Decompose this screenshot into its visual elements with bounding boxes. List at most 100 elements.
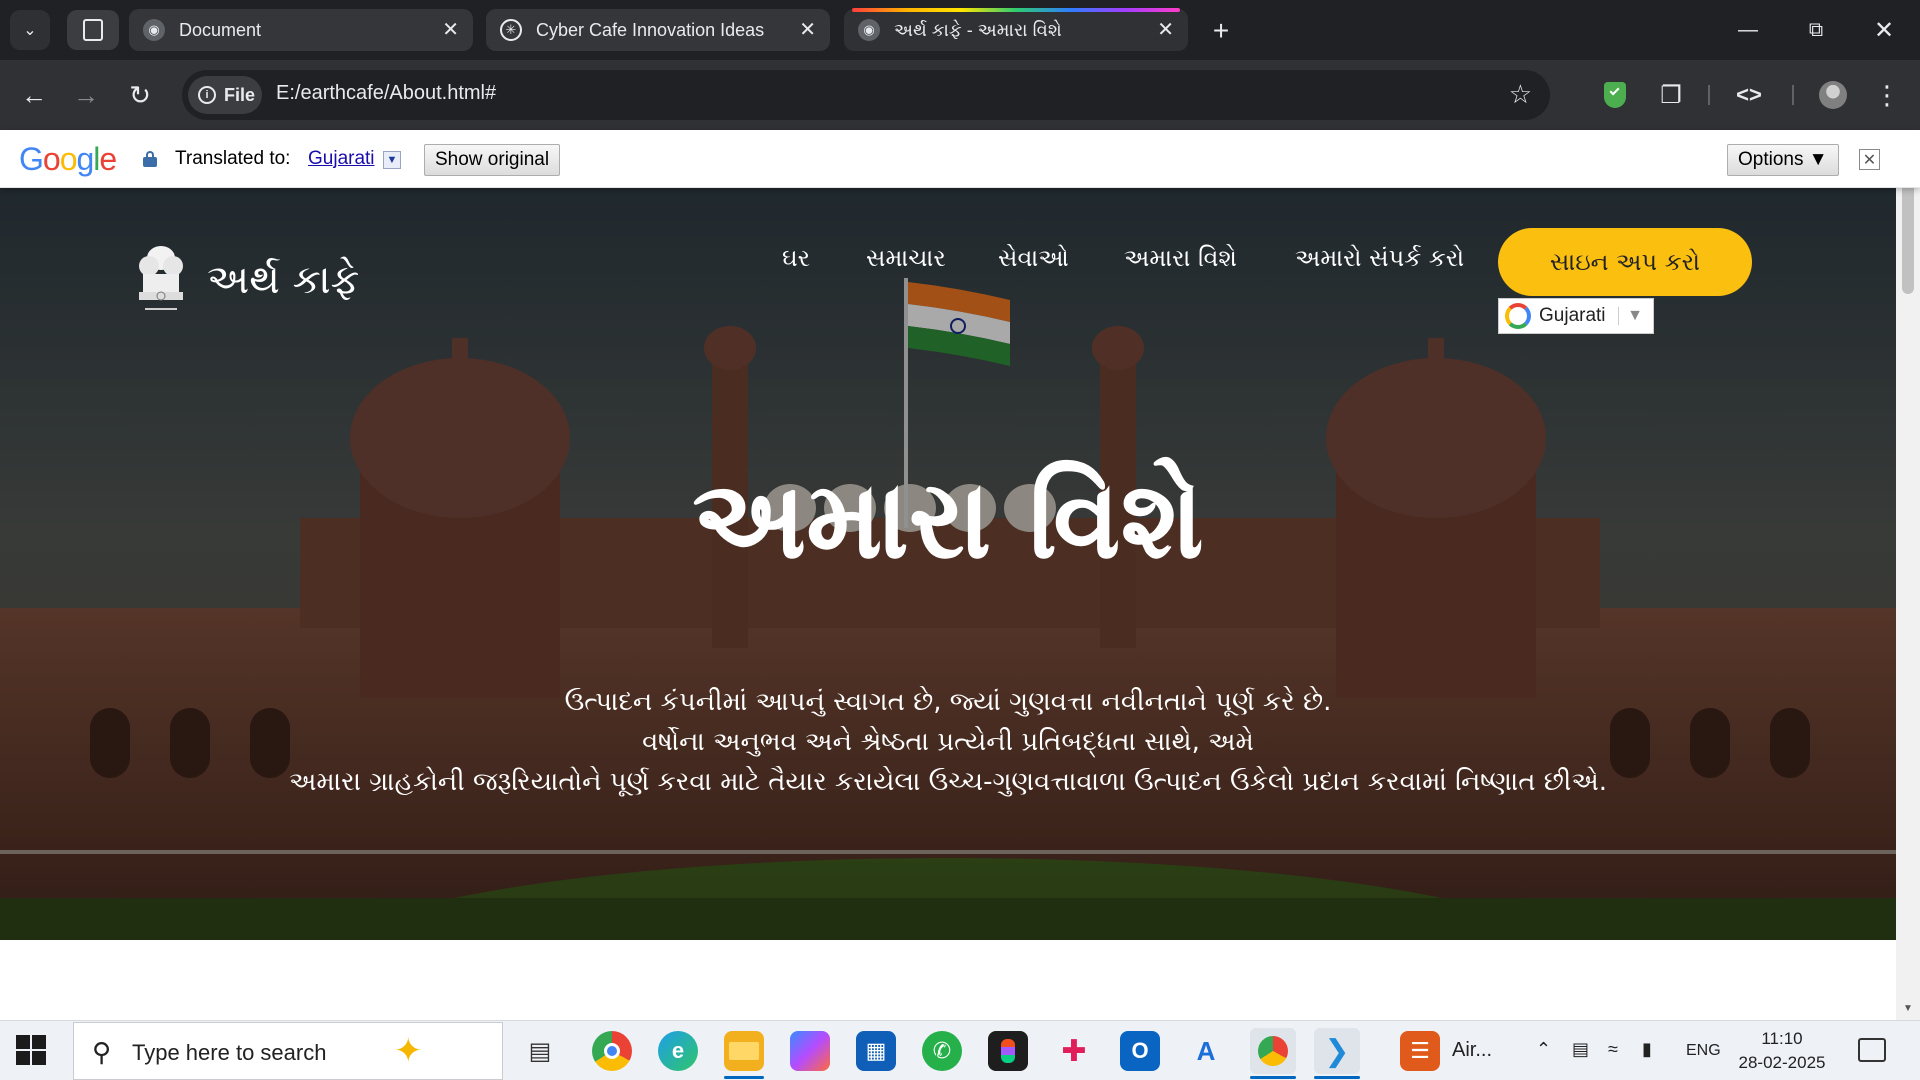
extensions-puzzle-icon[interactable]: ❐ (1654, 78, 1688, 112)
toolbar-divider (1708, 85, 1710, 105)
lock-icon (143, 151, 157, 167)
chrome-icon[interactable] (592, 1031, 632, 1071)
hero-description: ઉત્પાદન કંપનીમાં આપનું સ્વાગત છે, જ્યાં … (0, 682, 1896, 802)
new-tab-button[interactable]: + (1202, 12, 1240, 50)
input-language[interactable]: ENG (1686, 1042, 1721, 1060)
hero-description-line: વર્ષોના અનુભવ અને શ્રેષ્ઠતા પ્રત્યેની પ્… (642, 727, 1254, 757)
whatsapp-icon[interactable]: ✆ (922, 1031, 962, 1071)
more-menu-icon[interactable]: ⋮ (1870, 78, 1904, 112)
chrome-profile-icon[interactable] (1250, 1028, 1296, 1074)
shield-extension-icon[interactable] (1598, 78, 1632, 112)
chatgpt-icon: ✳ (500, 19, 522, 41)
figma-icon[interactable] (988, 1031, 1028, 1071)
notification-icon[interactable] (1858, 1038, 1886, 1062)
hero-section: અર્થ કાફે ઘર સમાચાર સેવાઓ અમારા વિશે અમા… (0, 188, 1896, 940)
tab-title: Cyber Cafe Innovation Ideas (536, 19, 765, 40)
meet-now-icon[interactable]: ▤ (1572, 1039, 1589, 1060)
active-app-indicator (1250, 1076, 1296, 1079)
signup-button[interactable]: સાઇન અપ કરો (1498, 228, 1752, 296)
info-icon: i (198, 86, 216, 104)
search-icon: ⚲ (92, 1037, 112, 1067)
globe-icon: ◉ (143, 19, 165, 41)
restore-icon[interactable]: ⧉ (1786, 10, 1846, 50)
tab-cyber-cafe[interactable]: ✳ Cyber Cafe Innovation Ideas ✕ (486, 9, 830, 51)
file-explorer-icon[interactable] (724, 1031, 764, 1071)
google-g-icon (1505, 303, 1531, 329)
system-clock[interactable]: 11:10 28-02-2025 (1736, 1027, 1828, 1075)
nav-item-news[interactable]: સમાચાર (866, 244, 946, 272)
page-scrollbar[interactable]: ▲ ▼ (1896, 130, 1920, 1020)
hero-description-line: અમારા ગ્રાહકોની જરૂરિયાતોને પૂર્ણ કરવા મ… (288, 767, 1608, 797)
google-translate-bar: Google Translated to: Gujarati ▼ Show or… (0, 130, 1920, 188)
selected-language: Gujarati (1539, 305, 1606, 326)
dropdown-arrow-icon: ▼ (1618, 307, 1643, 325)
globe-icon: ◉ (858, 19, 880, 41)
clock-time: 11:10 (1761, 1029, 1803, 1048)
tab-earthcafe-about[interactable]: ◉ અર્થ કાફે - અમારા વિશે ✕ (844, 8, 1188, 51)
close-tab-icon[interactable]: ✕ (799, 19, 816, 41)
windows-start-icon[interactable] (16, 1035, 48, 1067)
wifi-icon[interactable]: ≈ (1608, 1039, 1618, 1060)
scroll-down-arrow-icon[interactable]: ▼ (1896, 1000, 1920, 1016)
air-app-icon[interactable]: ☰ (1400, 1031, 1440, 1071)
translated-language-link[interactable]: Gujarati (308, 148, 375, 170)
air-app-label[interactable]: Air... (1452, 1039, 1492, 1062)
google-logo: Google (19, 141, 117, 177)
active-app-indicator (1314, 1076, 1360, 1079)
pinned-app-icon (83, 19, 103, 41)
clock-date: 28-02-2025 (1738, 1053, 1826, 1072)
url-text[interactable]: E:/earthcafe/About.html# (276, 82, 496, 105)
copilot-icon[interactable] (790, 1031, 830, 1071)
windows-taskbar: ⚲ Type here to search ✦ ▤ e ▦ ✆ ✚ O A ❯ … (0, 1020, 1920, 1080)
slack-icon[interactable]: ✚ (1054, 1031, 1094, 1071)
minimize-icon[interactable]: — (1718, 10, 1778, 50)
close-tab-icon[interactable]: ✕ (1157, 19, 1174, 41)
nav-item-contact[interactable]: અમારો સંપર્ક કરો (1295, 244, 1464, 272)
translate-close-icon[interactable]: ✕ (1859, 149, 1880, 170)
browser-toolbar: ← → ↻ i File E:/earthcafe/About.html# ☆ … (0, 60, 1920, 130)
taskbar-search[interactable]: ⚲ Type here to search ✦ (73, 1022, 503, 1080)
site-info-chip[interactable]: i File (188, 76, 262, 114)
nav-item-services[interactable]: સેવાઓ (998, 244, 1069, 272)
profile-avatar-icon[interactable] (1816, 78, 1850, 112)
app-a-icon[interactable]: A (1186, 1031, 1226, 1071)
browser-tab-strip: ⌄ ◉ Document ✕ ✳ Cyber Cafe Innovation I… (0, 0, 1920, 60)
outlook-icon[interactable]: O (1120, 1031, 1160, 1071)
bookmark-star-icon[interactable]: ☆ (1509, 79, 1532, 110)
forward-arrow-icon[interactable]: → (66, 75, 106, 115)
search-placeholder: Type here to search (132, 1040, 327, 1065)
tab-title: Document (179, 19, 262, 40)
show-hidden-icons-chevron-icon[interactable]: ⌃ (1536, 1039, 1551, 1060)
tab-title: અર્થ કાફે - અમારા વિશે (894, 19, 1062, 40)
tab-search-chevron-icon[interactable]: ⌄ (10, 10, 50, 50)
pinned-tab[interactable] (67, 10, 119, 50)
brand-name: અર્થ કાફે (207, 257, 360, 303)
back-arrow-icon[interactable]: ← (14, 75, 54, 115)
hero-description-line: ઉત્પાદન કંપનીમાં આપનું સ્વાગત છે, જ્યાં … (564, 687, 1332, 717)
nav-item-home[interactable]: ઘર (782, 244, 810, 272)
active-app-indicator (724, 1076, 764, 1079)
language-selector[interactable]: Gujarati ▼ (1498, 298, 1654, 334)
tab-group-indicator (852, 8, 1180, 12)
site-brand[interactable]: અર્થ કાફે (133, 244, 359, 316)
translated-to-label: Translated to: (175, 148, 291, 169)
copilot-sparkle-icon: ✦ (394, 1032, 423, 1070)
close-tab-icon[interactable]: ✕ (442, 19, 459, 41)
site-info-label: File (224, 84, 256, 105)
vscode-icon[interactable]: ❯ (1314, 1028, 1360, 1074)
options-button[interactable]: Options ▼ (1727, 144, 1839, 176)
address-bar[interactable]: i File E:/earthcafe/About.html# ☆ (182, 70, 1550, 120)
microsoft-store-icon[interactable]: ▦ (856, 1031, 896, 1071)
reload-icon[interactable]: ↻ (120, 75, 160, 115)
task-view-icon[interactable]: ▤ (520, 1031, 560, 1071)
show-original-button[interactable]: Show original (424, 144, 561, 176)
tab-document[interactable]: ◉ Document ✕ (129, 9, 473, 51)
toolbar-divider (1792, 85, 1794, 105)
nav-item-about[interactable]: અમારા વિશે (1124, 244, 1237, 272)
devtools-code-icon[interactable]: <> (1732, 78, 1766, 112)
page-title: અમારા વિશે (692, 458, 1204, 583)
battery-icon[interactable]: ▮ (1642, 1039, 1652, 1060)
language-dropdown-icon[interactable]: ▼ (383, 151, 401, 169)
edge-icon[interactable]: e (658, 1031, 698, 1071)
close-window-icon[interactable]: ✕ (1854, 10, 1914, 50)
